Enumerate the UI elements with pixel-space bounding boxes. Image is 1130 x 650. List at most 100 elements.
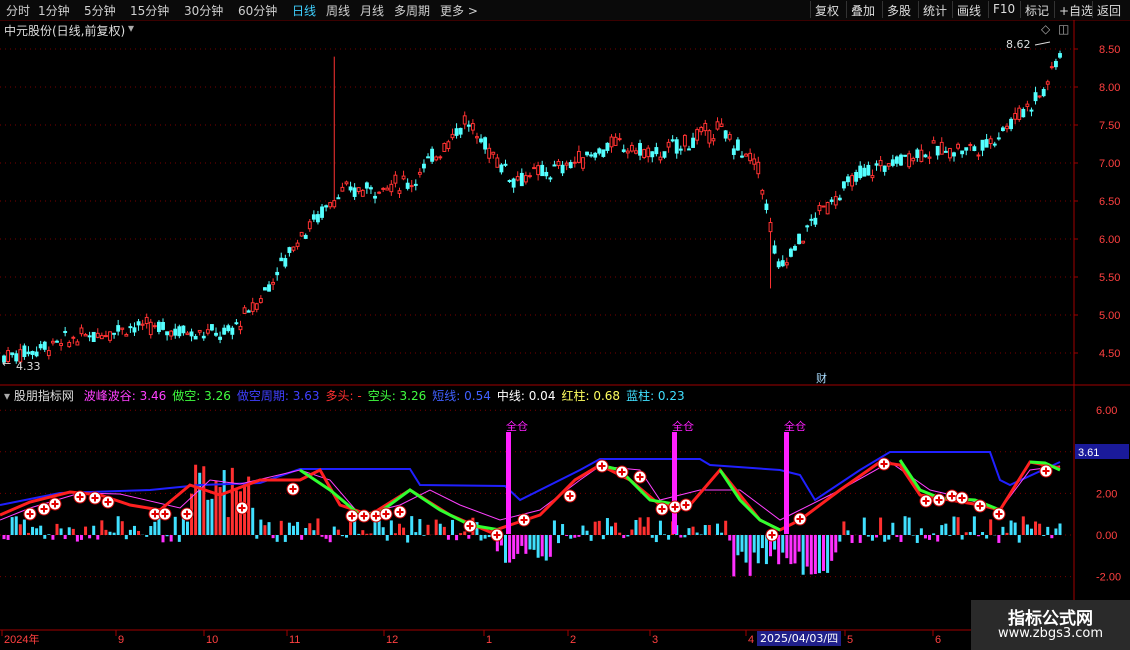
candle	[943, 150, 948, 153]
indicator-bar	[834, 535, 838, 553]
candle	[197, 329, 202, 333]
candle	[307, 221, 312, 230]
chart-canvas[interactable]: 8.50 8.00 7.50 7.00 6.50 6.00 5.50 5.00 4.50 6.00…	[0, 0, 1130, 650]
current-value-label: 3.61	[1078, 447, 1099, 459]
indicator-bar	[732, 535, 736, 577]
indicator-bar	[936, 535, 940, 542]
x-axis-label: 6	[935, 634, 941, 646]
indicator-name[interactable]: 股朋指标网	[14, 389, 74, 403]
indicator-bar	[805, 535, 809, 567]
candle	[593, 152, 598, 158]
candle	[320, 206, 324, 218]
indicator-bar	[728, 535, 732, 541]
indicator-tick-label: -2.00	[1096, 572, 1121, 584]
candle	[181, 325, 186, 334]
candle	[360, 189, 365, 197]
candle	[629, 144, 634, 152]
cursor-date: 2025/04/03/四	[757, 631, 842, 646]
indicator-settings-icon[interactable]: ▾	[4, 389, 10, 403]
indicator-bar	[785, 535, 789, 559]
indicator-bar	[234, 490, 238, 535]
candle	[405, 182, 410, 189]
indicator-bar	[308, 523, 312, 535]
indicator-bar	[381, 527, 385, 535]
indicator-bar	[296, 521, 300, 535]
indicator-bar	[426, 524, 430, 535]
indicator-bar	[948, 535, 952, 536]
indicator-bar	[275, 535, 279, 542]
candle	[393, 174, 398, 184]
candle	[87, 335, 92, 338]
indicator-bar	[985, 535, 989, 539]
finance-marker[interactable]: 财	[816, 370, 827, 386]
indicator-bar	[255, 535, 259, 539]
indicator-bar	[340, 535, 344, 537]
indicator-bar	[687, 528, 691, 535]
candle	[275, 271, 280, 276]
indicator-bar	[161, 535, 165, 543]
candle	[1009, 118, 1014, 130]
candle	[108, 331, 112, 341]
candle	[169, 330, 174, 337]
indicator-bar	[397, 523, 401, 535]
indicator-bar	[508, 535, 512, 563]
indicator-bar	[463, 531, 467, 535]
candle	[515, 176, 520, 181]
candle	[124, 333, 129, 337]
candle	[715, 121, 720, 130]
indicator-bar	[214, 480, 218, 535]
indicator-bar	[75, 535, 79, 542]
indicator-bar	[393, 533, 397, 535]
indicator-bar	[332, 526, 336, 535]
candle	[894, 156, 899, 164]
legend-item: 蓝柱: 0.23	[626, 389, 685, 403]
candle	[495, 157, 500, 168]
indicator-bar	[418, 519, 422, 535]
indicator-bar	[222, 470, 226, 535]
candle	[992, 143, 997, 146]
candle	[744, 153, 748, 157]
chevron-down-icon[interactable]: ▾	[128, 21, 134, 35]
panel-toggle-icon[interactable]: ◫	[1058, 22, 1069, 36]
candle	[968, 143, 973, 146]
indicator-bar	[39, 525, 43, 535]
indicator-bar	[989, 519, 993, 535]
candle	[548, 177, 553, 180]
candle	[703, 122, 708, 132]
indicator-bar	[915, 535, 919, 543]
diamond-icon[interactable]: ◇	[1041, 22, 1050, 36]
indicator-bar	[707, 524, 711, 535]
candle	[850, 175, 854, 187]
candle	[723, 130, 728, 139]
x-axis-label: 12	[386, 634, 398, 646]
candle	[711, 138, 716, 142]
stock-title: 中元股份(日线,前复权)	[4, 24, 126, 38]
indicator-bar	[789, 535, 793, 565]
indicator-bar	[1034, 521, 1038, 535]
candle	[177, 326, 182, 337]
indicator-bar	[565, 535, 569, 537]
candle	[556, 160, 561, 167]
high-arrow	[1034, 41, 1051, 46]
indicator-bar	[752, 535, 756, 553]
candle	[642, 149, 647, 159]
candle	[242, 307, 247, 314]
candle	[328, 202, 333, 208]
indicator-bar	[911, 535, 915, 536]
candle	[120, 327, 125, 330]
candle	[271, 281, 276, 285]
indicator-bar	[442, 526, 446, 535]
candle	[389, 183, 394, 193]
indicator-bar	[797, 535, 801, 552]
indicator-bar	[88, 535, 92, 539]
indicator-bar	[79, 535, 83, 540]
full-position-pillar	[506, 432, 511, 534]
candle	[112, 332, 117, 335]
candle	[364, 182, 369, 189]
candle	[613, 136, 618, 146]
candle	[776, 261, 781, 268]
candle	[230, 327, 235, 335]
candle	[805, 225, 810, 228]
candle	[226, 325, 231, 332]
indicator-bar	[357, 533, 361, 535]
